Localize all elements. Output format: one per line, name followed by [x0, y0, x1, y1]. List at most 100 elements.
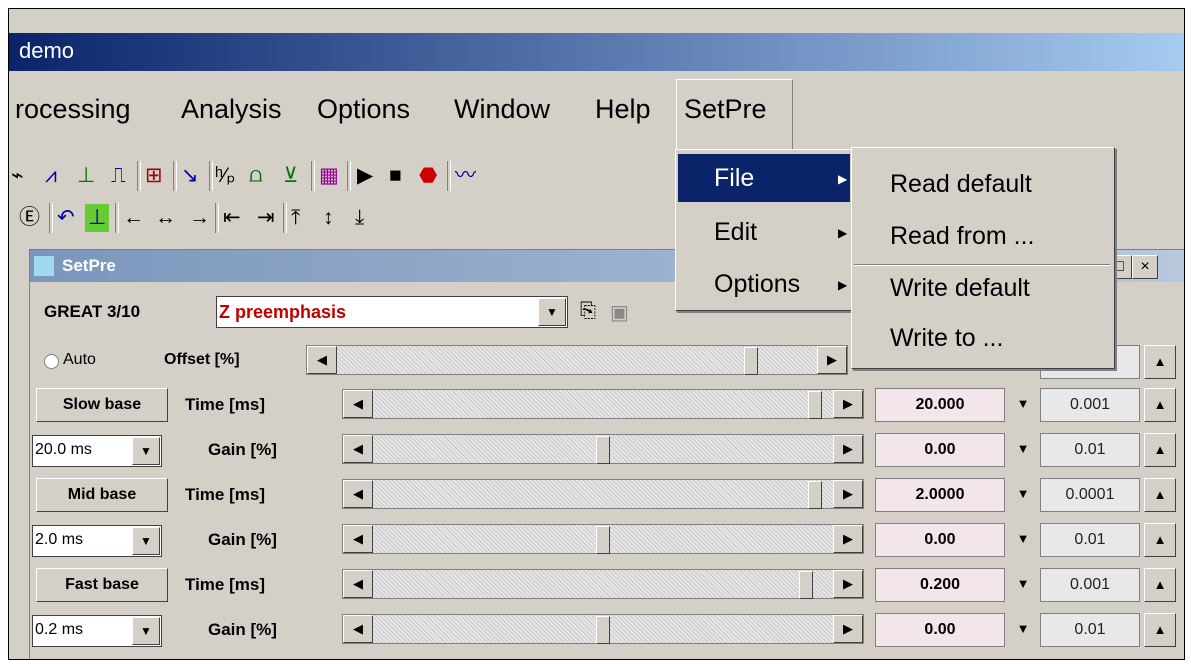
- slider-thumb[interactable]: [596, 526, 610, 554]
- step-up-icon[interactable]: ▲: [1144, 433, 1176, 467]
- slider-thumb[interactable]: [808, 391, 822, 419]
- arrow-right-icon[interactable]: ▶: [833, 615, 863, 643]
- base-button[interactable]: Mid base: [36, 478, 168, 512]
- copy-icon[interactable]: ⎘: [580, 300, 596, 323]
- first-icon[interactable]: ⇤: [223, 204, 241, 232]
- step-up-icon[interactable]: ▲: [1144, 345, 1176, 379]
- arrow-right-icon[interactable]: ▶: [833, 435, 863, 463]
- paste-icon[interactable]: ▣: [610, 300, 629, 325]
- menu-item-options[interactable]: Options: [714, 270, 800, 299]
- menu-item-edit[interactable]: Edit: [714, 218, 757, 247]
- arrow-left-icon[interactable]: ◀: [343, 570, 373, 598]
- step-size[interactable]: 0.01: [1040, 433, 1140, 467]
- base-button[interactable]: Fast base: [36, 568, 168, 602]
- menu-window[interactable]: Window: [454, 94, 550, 125]
- trigger-icon[interactable]: ⌁: [11, 162, 24, 190]
- bottom-icon[interactable]: ⤓: [355, 204, 364, 232]
- menu-item-file[interactable]: File: [714, 164, 754, 193]
- slider-thumb[interactable]: [808, 481, 822, 509]
- param-value[interactable]: 2.0000: [875, 478, 1005, 512]
- chevron-down-icon[interactable]: ▼: [132, 617, 160, 645]
- arrow-left-icon[interactable]: ◀: [343, 480, 373, 508]
- step-down-icon[interactable]: ▼: [1008, 478, 1038, 510]
- step-up-icon[interactable]: ▲: [1144, 478, 1176, 512]
- arrow-left-icon[interactable]: ◀: [307, 346, 337, 374]
- undo-icon[interactable]: ↶: [57, 204, 75, 232]
- menu-help[interactable]: Help: [595, 94, 651, 125]
- baseline-icon[interactable]: ⊥: [77, 162, 95, 190]
- param-value[interactable]: 0.00: [875, 613, 1005, 647]
- ratio-icon[interactable]: ʰ⁄ₚ: [215, 162, 236, 190]
- spectrum-icon[interactable]: ⩍: [249, 162, 263, 190]
- param-slider[interactable]: ◀ ▶: [342, 434, 864, 464]
- slider-thumb[interactable]: [596, 436, 610, 464]
- param-slider[interactable]: ◀ ▶: [342, 569, 864, 599]
- arrow-right-icon[interactable]: ▶: [833, 570, 863, 598]
- submenu-write-default[interactable]: Write default: [890, 274, 1030, 303]
- last-icon[interactable]: ⇥: [257, 204, 275, 232]
- slider-thumb[interactable]: [744, 347, 758, 375]
- menu-options[interactable]: Options: [317, 94, 410, 125]
- step-down-icon[interactable]: ▼: [1008, 568, 1038, 600]
- submenu-write-to[interactable]: Write to ...: [890, 324, 1003, 353]
- step-down-icon[interactable]: ▼: [1008, 613, 1038, 645]
- submenu-read-default[interactable]: Read default: [890, 170, 1032, 199]
- arrow-right-icon[interactable]: ▶: [833, 480, 863, 508]
- menu-setpre[interactable]: SetPre: [684, 94, 767, 125]
- plot-icon[interactable]: ⊥: [85, 204, 110, 232]
- arrow-left-icon[interactable]: ◀: [343, 390, 373, 418]
- menu-processing[interactable]: rocessing: [15, 94, 131, 125]
- arrow-left-icon[interactable]: ◀: [343, 615, 373, 643]
- param-value[interactable]: 0.00: [875, 433, 1005, 467]
- stop-icon[interactable]: ■: [389, 162, 402, 190]
- step-size[interactable]: 0.001: [1040, 388, 1140, 422]
- step-up-icon[interactable]: ▲: [1144, 388, 1176, 422]
- histogram-icon[interactable]: ⊞: [145, 162, 163, 190]
- chevron-down-icon[interactable]: ▼: [132, 527, 160, 555]
- play-icon[interactable]: ▶: [357, 162, 373, 190]
- step-size[interactable]: 0.01: [1040, 613, 1140, 647]
- param-value[interactable]: 0.00: [875, 523, 1005, 557]
- chevron-down-icon[interactable]: ▼: [538, 298, 566, 326]
- arrow-left-icon[interactable]: ◀: [343, 525, 373, 553]
- step-up-icon[interactable]: ▲: [1144, 568, 1176, 602]
- tree-icon[interactable]: ⊻: [283, 162, 298, 190]
- mode-select[interactable]: Z preemphasis ▼: [216, 296, 568, 328]
- step-size[interactable]: 0.001: [1040, 568, 1140, 602]
- auto-radio[interactable]: [44, 354, 59, 369]
- param-value[interactable]: 0.200: [875, 568, 1005, 602]
- param-value[interactable]: 20.000: [875, 388, 1005, 422]
- top-icon[interactable]: ⤒: [291, 204, 300, 232]
- step-down-icon[interactable]: ▼: [1008, 433, 1038, 465]
- step-size[interactable]: 0.01: [1040, 523, 1140, 557]
- slider-thumb[interactable]: [799, 571, 813, 599]
- step-size[interactable]: 0.0001: [1040, 478, 1140, 512]
- waveform-icon[interactable]: 〰: [455, 162, 476, 190]
- param-slider[interactable]: ◀ ▶: [342, 524, 864, 554]
- arrow-left-icon[interactable]: ◀: [343, 435, 373, 463]
- param-slider[interactable]: ◀ ▶: [342, 389, 864, 419]
- arrow-right-icon[interactable]: ▶: [833, 390, 863, 418]
- step-up-icon[interactable]: ▲: [1144, 613, 1176, 647]
- step-icon[interactable]: ⎍: [111, 162, 126, 190]
- step-up-icon[interactable]: ▲: [1144, 523, 1176, 557]
- stop-sign-icon[interactable]: ⬣: [419, 162, 437, 190]
- slope-icon[interactable]: ↘: [181, 162, 199, 190]
- arrow-right-icon[interactable]: →: [189, 204, 210, 232]
- close-icon[interactable]: ×: [1132, 255, 1158, 279]
- base-time-select[interactable]: 2.0 ms ▼: [32, 525, 162, 557]
- offset-slider[interactable]: ◀ ▶: [306, 345, 848, 375]
- arrow-right-icon[interactable]: ▶: [817, 346, 847, 374]
- base-button[interactable]: Slow base: [36, 388, 168, 422]
- arrow-left-icon[interactable]: ←: [123, 204, 144, 232]
- arrow-right-icon[interactable]: ▶: [833, 525, 863, 553]
- step-down-icon[interactable]: ▼: [1008, 388, 1038, 420]
- zoom-icon[interactable]: Ⓔ: [19, 204, 40, 232]
- updown-icon[interactable]: ↕: [323, 204, 334, 232]
- chevron-down-icon[interactable]: ▼: [132, 437, 160, 465]
- menu-analysis[interactable]: Analysis: [181, 94, 282, 125]
- grid-icon[interactable]: ▦: [319, 162, 339, 190]
- base-time-select[interactable]: 0.2 ms ▼: [32, 615, 162, 647]
- peak-icon[interactable]: ⩘: [45, 162, 57, 190]
- arrow-both-icon[interactable]: ↔: [155, 204, 176, 232]
